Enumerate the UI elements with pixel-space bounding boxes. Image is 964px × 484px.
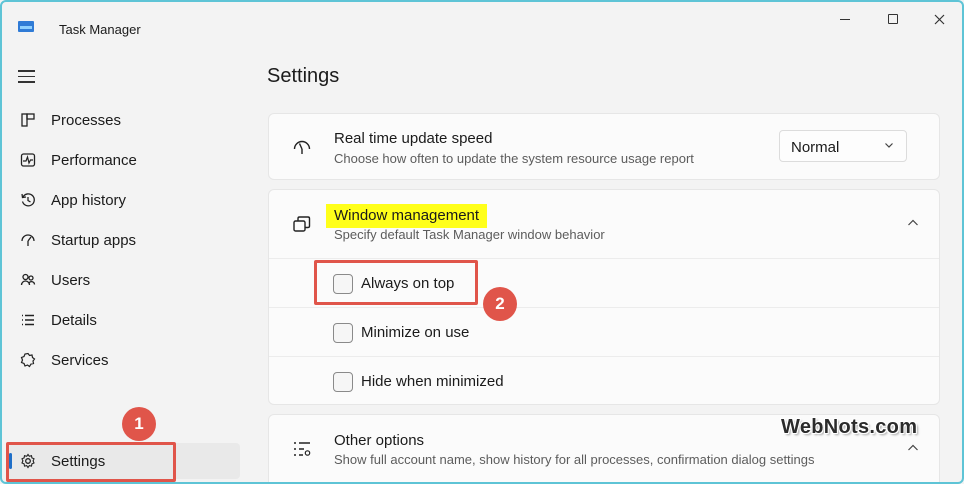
page-title: Settings — [267, 65, 340, 87]
maximize-button[interactable] — [870, 6, 916, 32]
close-button[interactable] — [916, 6, 962, 32]
app-title: Task Manager — [59, 22, 141, 37]
hamburger-icon[interactable] — [18, 70, 35, 84]
sidebar-item-label: App history — [51, 191, 127, 209]
other-options-desc: Show full account name, show history for… — [334, 452, 815, 467]
chevron-up-icon[interactable] — [907, 441, 919, 456]
sidebar-item-users[interactable]: Users — [6, 262, 240, 298]
sidebar-item-label: Processes — [51, 111, 122, 129]
sidebar-item-processes[interactable]: Processes — [6, 102, 240, 138]
highlighted-title: Window management — [326, 204, 488, 228]
maximize-icon — [888, 14, 898, 24]
option-row-minimize-on-use[interactable]: Minimize on use — [269, 307, 939, 356]
sidebar-item-services[interactable]: Services — [6, 342, 240, 378]
performance-icon — [19, 151, 37, 169]
update-speed-title: Real time update speed — [334, 130, 493, 147]
sidebar-item-app-history[interactable]: App history — [6, 182, 240, 218]
users-icon — [19, 271, 37, 289]
checkbox-label: Hide when minimized — [361, 373, 504, 390]
speedometer-icon — [291, 136, 313, 158]
details-icon — [19, 311, 37, 329]
option-row-hide-when-minimized[interactable]: Hide when minimized — [269, 356, 939, 405]
settings-callout-box — [6, 442, 176, 482]
title-bar: Task Manager — [2, 2, 962, 42]
chevron-up-icon[interactable] — [907, 216, 919, 231]
step-badge-2: 2 — [483, 287, 517, 321]
sidebar-item-performance[interactable]: Performance — [6, 142, 240, 178]
minimize-on-use-checkbox[interactable] — [333, 323, 353, 343]
other-options-title: Other options — [334, 432, 425, 449]
window-management-header[interactable]: Window management Specify default Task M… — [269, 190, 939, 257]
sidebar-item-label: Users — [51, 271, 91, 289]
sidebar-item-details[interactable]: Details — [6, 302, 240, 338]
close-icon — [934, 14, 944, 24]
sidebar-item-label: Services — [51, 351, 109, 369]
always-on-top-callout-box — [314, 260, 478, 305]
sidebar-item-label: Details — [51, 311, 97, 329]
update-speed-card: Real time update speed Choose how often … — [268, 113, 940, 180]
update-speed-desc: Choose how often to update the system re… — [334, 151, 694, 166]
list-settings-icon — [291, 438, 313, 460]
task-manager-window: Task Manager Processes Performance App h… — [0, 0, 964, 484]
checkbox-label: Minimize on use — [361, 324, 470, 341]
update-speed-dropdown[interactable]: Normal — [779, 130, 907, 162]
sidebar-item-label: Startup apps — [51, 231, 137, 249]
task-manager-app-icon — [18, 21, 34, 32]
sidebar-item-startup-apps[interactable]: Startup apps — [6, 222, 240, 258]
startup-icon — [19, 231, 37, 249]
history-icon — [19, 191, 37, 209]
watermark: WebNots.com — [781, 416, 918, 438]
processes-icon — [19, 111, 37, 129]
minimize-icon — [840, 18, 850, 20]
minimize-button[interactable] — [822, 6, 868, 32]
dropdown-value: Normal — [791, 139, 840, 156]
hide-when-minimized-checkbox[interactable] — [333, 372, 353, 392]
window-management-title: Window management — [326, 204, 488, 228]
chevron-down-icon — [884, 140, 894, 153]
step-badge-1: 1 — [122, 407, 156, 441]
sidebar-item-label: Performance — [51, 151, 137, 169]
window-icon — [291, 213, 313, 235]
services-icon — [19, 351, 37, 369]
window-management-desc: Specify default Task Manager window beha… — [334, 227, 605, 242]
